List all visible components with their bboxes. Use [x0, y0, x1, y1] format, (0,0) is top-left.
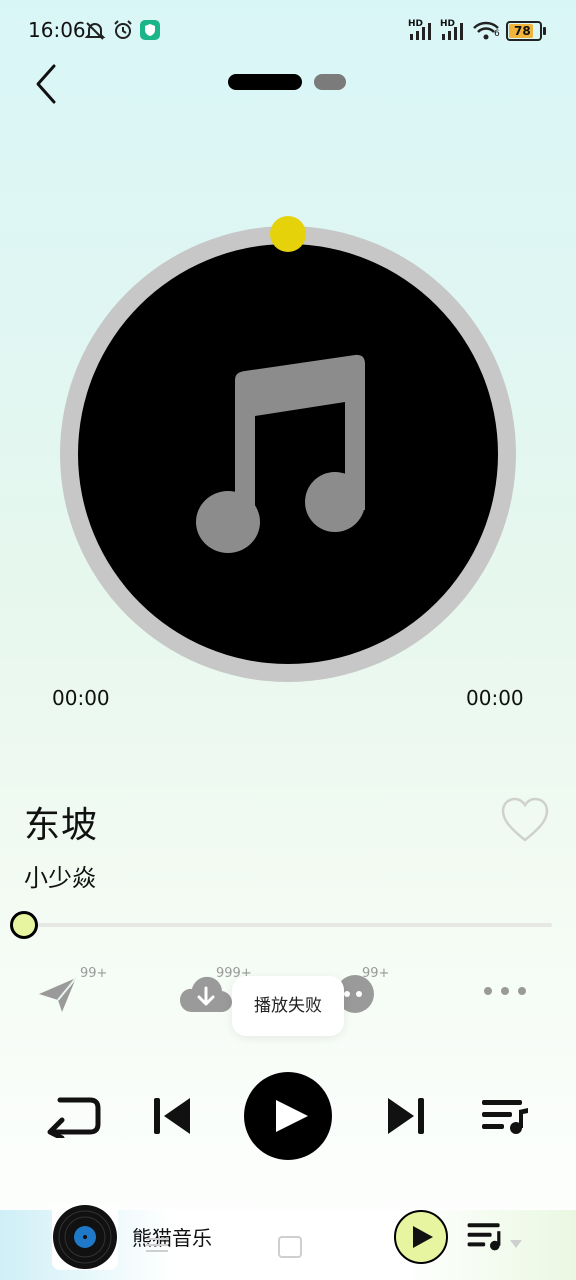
more-icon[interactable]: [480, 978, 530, 1004]
status-bar: 16:06 HD HD 6 78: [0, 0, 576, 60]
page-indicator[interactable]: [228, 74, 348, 92]
alarm-icon: [114, 20, 132, 39]
page-dot-active[interactable]: [228, 74, 302, 90]
previous-icon[interactable]: [154, 1096, 192, 1136]
mini-player-title[interactable]: 熊猫音乐: [132, 1222, 212, 1251]
progress-knob[interactable]: [270, 216, 306, 252]
shield-app-icon: [140, 20, 160, 40]
play-icon: [276, 1100, 308, 1132]
progress-track[interactable]: [24, 923, 552, 927]
back-chevron-left-icon[interactable]: [30, 60, 70, 108]
paper-plane-icon: [39, 977, 77, 1012]
signal-icon: [442, 23, 463, 40]
mini-cover[interactable]: [52, 1204, 118, 1270]
page-dot[interactable]: [314, 74, 346, 90]
current-time: 00:00: [52, 686, 110, 710]
wifi-label: 6: [494, 29, 500, 39]
song-title: 东坡: [24, 805, 99, 846]
nav-menu-icon[interactable]: [146, 1238, 168, 1252]
playlist-icon[interactable]: [482, 1096, 528, 1136]
battery-icon: 78: [506, 21, 546, 41]
comment-badge: 99+: [362, 966, 390, 981]
next-icon[interactable]: [386, 1096, 424, 1136]
comment-button[interactable]: 99+: [334, 966, 410, 1022]
battery-level: 78: [514, 24, 531, 38]
vinyl-record-icon: [53, 1205, 117, 1269]
song-artist[interactable]: 小少焱: [24, 858, 96, 893]
nav-home-icon[interactable]: [278, 1236, 302, 1258]
repeat-icon[interactable]: [44, 1094, 102, 1138]
share-badge: 99+: [80, 966, 108, 981]
heart-icon[interactable]: [500, 796, 550, 844]
signal-icon: [410, 23, 431, 40]
play-button[interactable]: [244, 1072, 332, 1160]
nav-back-icon[interactable]: [506, 1234, 526, 1254]
total-time: 00:00: [466, 686, 524, 710]
mini-playlist-icon[interactable]: [466, 1220, 506, 1252]
music-note-icon: [196, 354, 365, 553]
share-button[interactable]: 99+: [36, 966, 110, 1022]
toast-message: 播放失败: [232, 976, 344, 1036]
status-time: 16:06: [28, 18, 86, 42]
progress-thumb[interactable]: [10, 911, 38, 939]
mute-bell-icon: [84, 22, 106, 40]
mini-play-button[interactable]: [394, 1210, 448, 1264]
play-icon: [413, 1226, 433, 1248]
